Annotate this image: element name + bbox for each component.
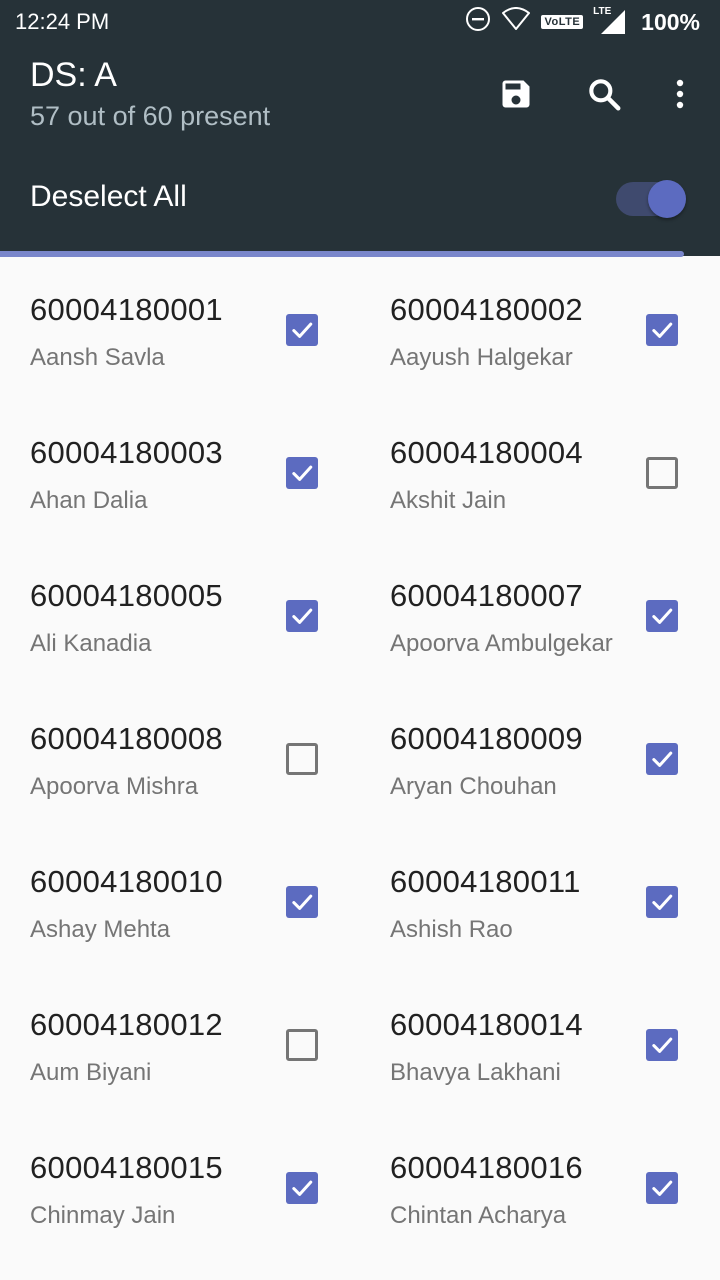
attendance-checkbox[interactable]: [286, 1172, 318, 1204]
student-name: Apoorva Mishra: [30, 773, 199, 800]
signal-icon: LTE: [593, 6, 627, 36]
check-icon: [292, 894, 313, 910]
student-id: 60004180003: [30, 435, 223, 470]
attendance-checkbox[interactable]: [646, 743, 678, 775]
student-id: 60004180009: [390, 721, 583, 756]
student-name: Bhavya Lakhani: [390, 1059, 561, 1086]
student-name: Aayush Halgekar: [390, 344, 573, 371]
student-item[interactable]: 60004180016 Chintan Acharya: [360, 1120, 720, 1263]
wifi-icon: [501, 7, 531, 37]
status-bar: 12:24 PM VoLTE LTE 100%: [0, 0, 720, 44]
student-id: 60004180012: [30, 1007, 223, 1042]
student-grid: 60004180001 Aansh Savla 60004180002 Aayush …: [0, 262, 720, 1280]
attendance-checkbox[interactable]: [646, 1172, 678, 1204]
student-name: Ashish Rao: [390, 916, 513, 943]
dnd-icon: [465, 6, 491, 38]
student-id: 60004180008: [30, 721, 223, 756]
student-name: Ashay Mehta: [30, 916, 171, 943]
student-item[interactable]: 60004180005 Ali Kanadia: [0, 548, 360, 691]
search-button[interactable]: [580, 70, 628, 118]
search-icon: [589, 79, 621, 111]
check-icon: [652, 1037, 673, 1053]
student-id: 60004180007: [390, 578, 583, 613]
deselect-all-toggle[interactable]: [616, 180, 686, 218]
student-name: Aum Biyani: [30, 1059, 152, 1086]
student-item[interactable]: 60004180014 Bhavya Lakhani: [360, 977, 720, 1120]
toggle-knob: [648, 180, 686, 218]
attendance-checkbox[interactable]: [646, 600, 678, 632]
student-name: Chintan Acharya: [390, 1202, 567, 1229]
attendance-checkbox[interactable]: [646, 314, 678, 346]
save-icon: [502, 80, 530, 108]
student-id: 60004180001: [30, 292, 223, 327]
student-name: Ali Kanadia: [30, 630, 152, 657]
student-id: 60004180002: [390, 292, 583, 327]
student-item[interactable]: 60004180010 Ashay Mehta: [0, 834, 360, 977]
student-id: 60004180015: [30, 1150, 223, 1185]
more-options-button[interactable]: [656, 70, 704, 118]
attendance-checkbox[interactable]: [286, 1029, 318, 1061]
student-id: 60004180011: [390, 864, 581, 899]
attendance-checkbox[interactable]: [646, 886, 678, 918]
attendance-checkbox[interactable]: [286, 600, 318, 632]
student-item[interactable]: 60004180007 Apoorva Ambulgekar: [360, 548, 720, 691]
student-name: Ahan Dalia: [30, 487, 148, 514]
student-item[interactable]: 60004180015 Chinmay Jain: [0, 1120, 360, 1263]
student-name: Aansh Savla: [30, 344, 165, 371]
status-time: 12:24 PM: [15, 9, 110, 34]
student-item[interactable]: 60004180004 Akshit Jain: [360, 405, 720, 548]
student-name: Akshit Jain: [390, 487, 507, 514]
check-icon: [652, 751, 673, 767]
attendance-summary: 57 out of 60 present: [30, 101, 271, 131]
check-icon: [292, 465, 313, 481]
student-name: Aryan Chouhan: [390, 773, 557, 800]
student-item[interactable]: 60004180011 Ashish Rao: [360, 834, 720, 977]
battery-level: 100%: [641, 8, 700, 35]
page-title: DS: A: [30, 56, 117, 94]
attendance-checkbox[interactable]: [286, 886, 318, 918]
volte-badge: VoLTE: [541, 15, 584, 29]
student-id: 60004180016: [390, 1150, 583, 1185]
attendance-checkbox[interactable]: [286, 457, 318, 489]
check-icon: [652, 608, 673, 624]
student-item[interactable]: 60004180002 Aayush Halgekar: [360, 262, 720, 405]
student-item[interactable]: 60004180012 Aum Biyani: [0, 977, 360, 1120]
student-name: Chinmay Jain: [30, 1202, 176, 1229]
student-item[interactable]: 60004180008 Apoorva Mishra: [0, 691, 360, 834]
student-id: 60004180010: [30, 864, 223, 899]
attendance-checkbox[interactable]: [286, 743, 318, 775]
attendance-checkbox[interactable]: [286, 314, 318, 346]
deselect-all-label: Deselect All: [30, 180, 187, 213]
check-icon: [292, 608, 313, 624]
student-id: 60004180004: [390, 435, 583, 470]
attendance-checkbox[interactable]: [646, 1029, 678, 1061]
student-name: Apoorva Ambulgekar: [390, 630, 613, 657]
check-icon: [652, 894, 673, 910]
student-item[interactable]: 60004180009 Aryan Chouhan: [360, 691, 720, 834]
app-bar: 12:24 PM VoLTE LTE 100% DS: A 57 out of …: [0, 0, 720, 256]
save-button[interactable]: [492, 70, 540, 118]
progress-bar: [0, 251, 684, 257]
attendance-checkbox[interactable]: [646, 457, 678, 489]
lte-label: LTE: [593, 6, 612, 17]
check-icon: [292, 1180, 313, 1196]
more-vert-icon: [676, 79, 684, 109]
check-icon: [652, 1180, 673, 1196]
check-icon: [292, 322, 313, 338]
student-item[interactable]: 60004180003 Ahan Dalia: [0, 405, 360, 548]
student-id: 60004180005: [30, 578, 223, 613]
student-id: 60004180014: [390, 1007, 583, 1042]
student-item[interactable]: 60004180001 Aansh Savla: [0, 262, 360, 405]
check-icon: [652, 322, 673, 338]
